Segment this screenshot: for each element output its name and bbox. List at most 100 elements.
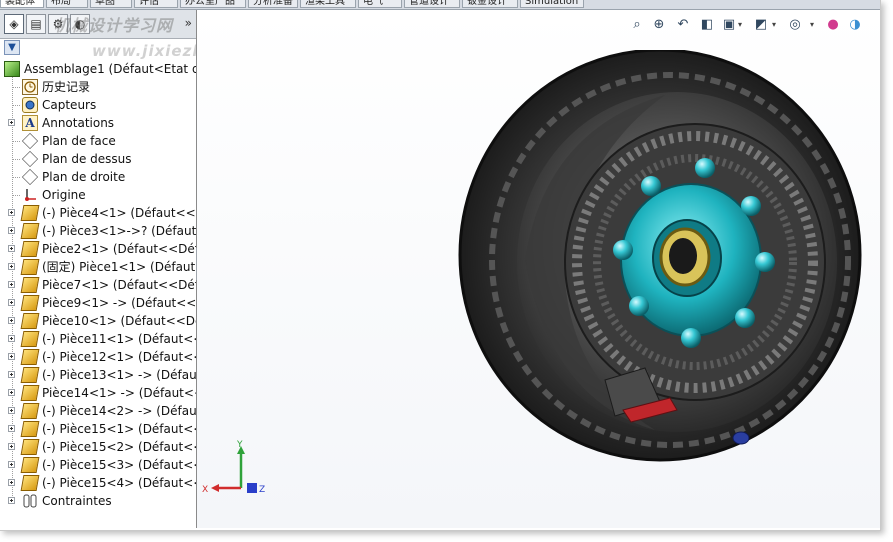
previous-view-icon[interactable]: ↶ <box>674 16 692 34</box>
command-tab[interactable]: 装配体 <box>0 0 44 8</box>
tree-item-label: (-) Pièce11<1> (Défaut<<I <box>42 332 196 346</box>
command-tab[interactable]: 管道设计 <box>404 0 460 8</box>
expand-toggle-icon[interactable] <box>8 119 15 126</box>
expand-toggle-icon[interactable] <box>8 263 15 270</box>
property-manager-icon[interactable]: ▤ <box>26 14 46 34</box>
tree-item-label: Assemblage1 (Défaut<Etat d <box>24 62 196 76</box>
tree-item[interactable]: Pièce2<1> (Défaut<<Défa <box>0 240 196 258</box>
tree-item[interactable]: (-) Pièce13<1> -> (Défaut <box>0 366 196 384</box>
tree-item[interactable]: Pièce7<1> (Défaut<<Défa <box>0 276 196 294</box>
tree-item[interactable]: (-) Pièce3<1>->? (Défaut< <box>0 222 196 240</box>
tree-item[interactable]: 历史记录 <box>0 78 196 96</box>
assembly-model[interactable] <box>455 50 875 480</box>
watermark-text: 机械设计学习网 <box>54 16 174 35</box>
command-tab[interactable]: 布局 <box>46 0 88 8</box>
expand-toggle-icon[interactable] <box>8 443 15 450</box>
tree-connector <box>12 177 20 179</box>
tree-item-label: Pièce2<1> (Défaut<<Défa <box>42 242 196 256</box>
part-icon <box>20 259 40 275</box>
expand-toggle-icon[interactable] <box>8 227 15 234</box>
dropdown-arrow-icon[interactable]: ▾ <box>738 18 742 32</box>
tree-item-label: Pièce9<1> -> (Défaut<<D <box>42 296 196 310</box>
filter-icon[interactable]: ▼ <box>4 40 20 55</box>
feature-manager-icon[interactable]: ◈ <box>4 14 24 34</box>
tree-item[interactable]: Origine <box>0 186 196 204</box>
history-icon <box>22 79 38 95</box>
command-tab[interactable]: Simulation <box>520 0 584 8</box>
expand-toggle-icon[interactable] <box>8 209 15 216</box>
display-style-icon[interactable]: ◩ <box>752 16 770 34</box>
command-tab[interactable]: 分析准备 <box>248 0 298 8</box>
part-icon <box>20 475 40 491</box>
part-icon <box>20 205 40 221</box>
graphics-area[interactable]: ⌕ ⊕ ↶ ◧ ▣ ◩ ◎ ● ◑ ▾ ▾ ▾ Y X Z <box>197 10 880 528</box>
tree-item-label: (固定) Pièce1<1> (Défaut< <box>42 260 196 274</box>
apply-scene-icon[interactable]: ◑ <box>846 16 864 34</box>
triad-x-label: X <box>202 485 208 495</box>
tree-item[interactable]: Pièce14<1> -> (Défaut<<I <box>0 384 196 402</box>
expand-toggle-icon[interactable] <box>8 497 15 504</box>
expand-toggle-icon[interactable] <box>8 299 15 306</box>
hub-ball <box>755 252 775 272</box>
hide-show-items-icon[interactable]: ◎ <box>786 16 804 34</box>
zoom-to-fit-icon[interactable]: ⌕ <box>628 16 646 34</box>
dropdown-arrow-icon[interactable]: ▾ <box>810 18 814 32</box>
tree-item[interactable]: (-) Pièce11<1> (Défaut<<I <box>0 330 196 348</box>
tree-item-label: (-) Pièce15<4> (Défaut<<I <box>42 476 196 490</box>
triad-y-label: Y <box>236 440 243 450</box>
solidworks-window: 装配体 布局 草图 评估 办公室产品 分析准备 渲染工具 电气 管道设计 钣金设计 Simulati… <box>0 0 881 531</box>
tree-item-label: (-) Pièce4<1> (Défaut<<D <box>42 206 196 220</box>
part-icon <box>20 277 40 293</box>
more-tabs-button[interactable]: » <box>185 16 192 30</box>
expand-toggle-icon[interactable] <box>8 461 15 468</box>
tree-item[interactable]: (-) Pièce15<3> (Défaut<<I <box>0 456 196 474</box>
edit-appearance-icon[interactable]: ● <box>824 16 842 34</box>
part-icon <box>20 367 40 383</box>
tree-item[interactable]: (-) Pièce4<1> (Défaut<<D <box>0 204 196 222</box>
tree-item[interactable]: A Annotations <box>0 114 196 132</box>
tree-item[interactable]: (-) Pièce12<1> (Défaut<<I <box>0 348 196 366</box>
sensors-icon <box>22 97 38 113</box>
command-tab[interactable]: 评估 <box>134 0 178 8</box>
command-tab[interactable]: 草图 <box>90 0 132 8</box>
command-tab[interactable]: 渲染工具 <box>300 0 356 8</box>
tree-item[interactable]: (-) Pièce15<4> (Défaut<<I <box>0 474 196 492</box>
tree-connector <box>12 159 20 161</box>
tree-item[interactable]: Plan de droite <box>0 168 196 186</box>
view-orientation-icon[interactable]: ▣ <box>720 16 738 34</box>
command-tab[interactable]: 钣金设计 <box>462 0 518 8</box>
tree-item[interactable]: Contraintes <box>0 492 196 510</box>
part-icon <box>20 403 40 419</box>
expand-toggle-icon[interactable] <box>8 335 15 342</box>
tree-root[interactable]: Assemblage1 (Défaut<Etat d <box>0 60 196 78</box>
tree-item[interactable]: Pièce9<1> -> (Défaut<<D <box>0 294 196 312</box>
command-tab[interactable]: 办公室产品 <box>180 0 246 8</box>
expand-toggle-icon[interactable] <box>8 425 15 432</box>
expand-toggle-icon[interactable] <box>8 479 15 486</box>
expand-toggle-icon[interactable] <box>8 317 15 324</box>
expand-toggle-icon[interactable] <box>8 281 15 288</box>
tree-item[interactable]: (-) Pièce15<1> (Défaut<<I <box>0 420 196 438</box>
expand-toggle-icon[interactable] <box>8 353 15 360</box>
expand-toggle-icon[interactable] <box>8 245 15 252</box>
section-view-icon[interactable]: ◧ <box>698 16 716 34</box>
part-icon <box>20 223 40 239</box>
part-icon <box>20 439 40 455</box>
expand-toggle-icon[interactable] <box>8 371 15 378</box>
tree-item-label: (-) Pièce15<2> (Défaut<<I <box>42 440 196 454</box>
command-tab[interactable]: 电气 <box>358 0 402 8</box>
dropdown-arrow-icon[interactable]: ▾ <box>772 18 776 32</box>
tree-item[interactable]: (-) Pièce15<2> (Défaut<<I <box>0 438 196 456</box>
zoom-to-area-icon[interactable]: ⊕ <box>650 16 668 34</box>
expand-toggle-icon[interactable] <box>8 389 15 396</box>
expand-toggle-icon[interactable] <box>8 407 15 414</box>
part-icon <box>20 295 40 311</box>
tree-item[interactable]: (-) Pièce14<2> -> (Défaut <box>0 402 196 420</box>
hub-ball <box>613 240 633 260</box>
tree-item[interactable]: Pièce10<1> (Défaut<<Déf <box>0 312 196 330</box>
tree-item[interactable]: Capteurs <box>0 96 196 114</box>
tree-item[interactable]: Plan de face <box>0 132 196 150</box>
tree-item-label: Plan de droite <box>42 170 126 184</box>
tree-item[interactable]: (固定) Pièce1<1> (Défaut< <box>0 258 196 276</box>
tree-item[interactable]: Plan de dessus <box>0 150 196 168</box>
